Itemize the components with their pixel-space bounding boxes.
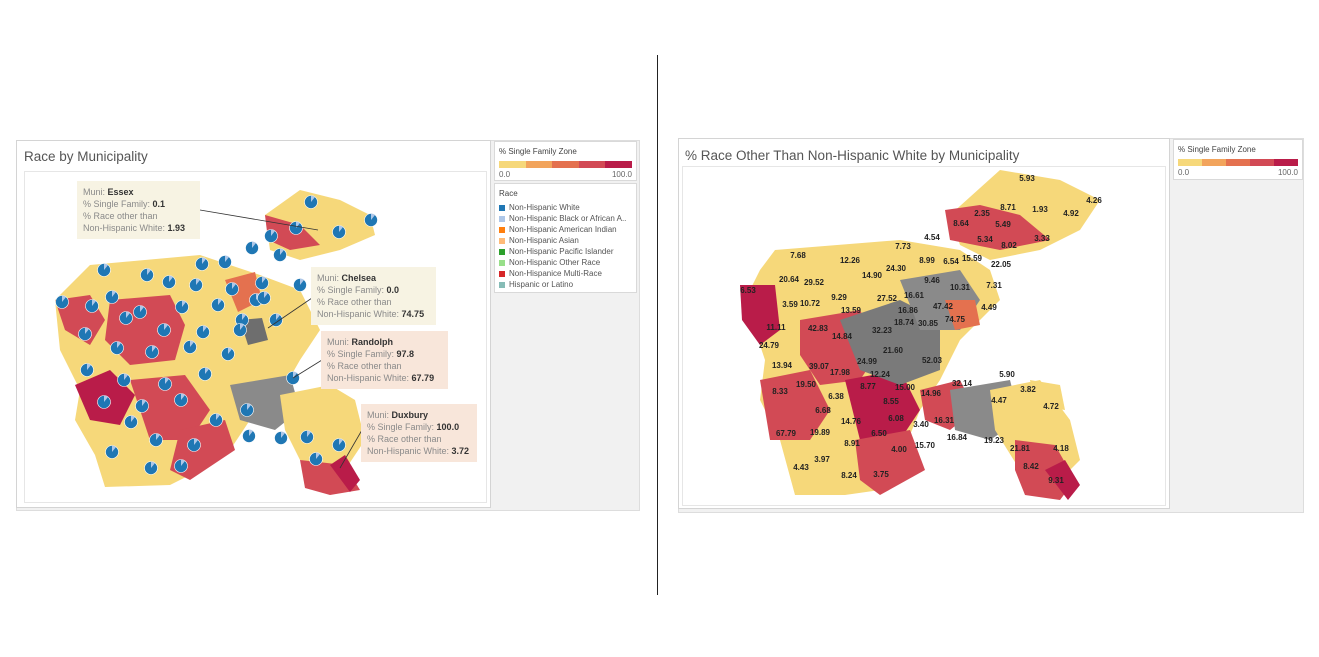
municipality-value-label: 7.31 bbox=[986, 281, 1002, 290]
municipality-value-label: 6.38 bbox=[828, 392, 844, 401]
right-sf-legend: % Single Family Zone 0.0 100.0 bbox=[1173, 139, 1303, 180]
municipality-value-label: 14.96 bbox=[921, 389, 942, 398]
municipality-value-label: 7.68 bbox=[790, 251, 806, 260]
municipality-value-label: 24.99 bbox=[857, 357, 878, 366]
municipality-value-label: 3.82 bbox=[1020, 385, 1036, 394]
municipality-value-label: 3.97 bbox=[814, 455, 830, 464]
municipality-value-label: 16.31 bbox=[934, 416, 955, 425]
right-legend-min: 0.0 bbox=[1178, 168, 1190, 177]
municipality-value-label: 39.07 bbox=[809, 362, 830, 371]
municipality-value-label: 2.35 bbox=[974, 209, 990, 218]
right-map-svg[interactable]: 5.93 4.26 2.35 8.71 1.93 4.92 8.64 5.495.34 3.33… bbox=[0, 0, 1319, 657]
municipality-value-label: 5.49 bbox=[995, 220, 1011, 229]
municipality-value-label: 8.71 bbox=[1000, 203, 1016, 212]
municipality-value-label: 10.31 bbox=[950, 283, 971, 292]
right-color-ramp bbox=[1178, 159, 1298, 166]
municipality-value-label: 18.74 bbox=[894, 318, 915, 327]
municipality-value-label: 4.43 bbox=[793, 463, 809, 472]
municipality-value-label: 4.92 bbox=[1063, 209, 1079, 218]
municipality-value-label: 22.05 bbox=[991, 260, 1012, 269]
municipality-value-label: 19.89 bbox=[810, 428, 831, 437]
municipality-value-label: 30.85 bbox=[918, 319, 939, 328]
municipality-value-label: 9.29 bbox=[831, 293, 847, 302]
right-map-shapes bbox=[740, 170, 1100, 500]
municipality-value-label: 15.70 bbox=[915, 441, 936, 450]
municipality-value-label: 16.84 bbox=[947, 433, 968, 442]
municipality-value-label: 5.93 bbox=[1019, 174, 1035, 183]
municipality-value-label: 3.33 bbox=[1034, 234, 1050, 243]
municipality-value-label: 6.50 bbox=[871, 429, 887, 438]
municipality-value-label: 19.23 bbox=[984, 436, 1005, 445]
municipality-value-label: 13.59 bbox=[841, 306, 862, 315]
municipality-value-label: 3.40 bbox=[913, 420, 929, 429]
municipality-value-label: 19.50 bbox=[796, 380, 817, 389]
municipality-value-label: 8.77 bbox=[860, 382, 876, 391]
municipality-value-label: 5.90 bbox=[999, 370, 1015, 379]
municipality-value-label: 16.61 bbox=[904, 291, 925, 300]
municipality-value-label: 67.79 bbox=[776, 429, 797, 438]
municipality-value-label: 8.91 bbox=[844, 439, 860, 448]
municipality-value-label: 21.60 bbox=[883, 346, 904, 355]
municipality-value-label: 12.26 bbox=[840, 256, 861, 265]
municipality-value-label: 1.93 bbox=[1032, 205, 1048, 214]
right-sf-legend-title: % Single Family Zone bbox=[1178, 145, 1256, 154]
municipality-value-label: 8.99 bbox=[919, 256, 935, 265]
municipality-value-label: 4.54 bbox=[924, 233, 940, 242]
municipality-value-label: 24.79 bbox=[759, 341, 780, 350]
municipality-value-label: 29.52 bbox=[804, 278, 825, 287]
municipality-value-label: 14.84 bbox=[832, 332, 853, 341]
municipality-value-label: 32.14 bbox=[952, 379, 973, 388]
municipality-value-label: 24.30 bbox=[886, 264, 907, 273]
municipality-value-label: 9.31 bbox=[1048, 476, 1064, 485]
municipality-value-label: 11.11 bbox=[766, 323, 786, 332]
municipality-value-label: 4.00 bbox=[891, 445, 907, 454]
municipality-value-label: 32.23 bbox=[872, 326, 893, 335]
municipality-value-label: 17.98 bbox=[830, 368, 851, 377]
municipality-value-label: 52.03 bbox=[922, 356, 943, 365]
municipality-value-label: 13.94 bbox=[772, 361, 793, 370]
municipality-value-label: 8.42 bbox=[1023, 462, 1039, 471]
municipality-value-label: 15.00 bbox=[895, 383, 916, 392]
municipality-value-label: 27.52 bbox=[877, 294, 898, 303]
municipality-value-label: 14.90 bbox=[862, 271, 883, 280]
municipality-value-label: 8.02 bbox=[1001, 241, 1017, 250]
municipality-value-label: 8.64 bbox=[953, 219, 969, 228]
municipality-value-label: 8.24 bbox=[841, 471, 857, 480]
municipality-value-label: 15.59 bbox=[962, 254, 983, 263]
municipality-value-label: 3.75 bbox=[873, 470, 889, 479]
municipality-value-label: 12.24 bbox=[870, 370, 891, 379]
municipality-value-label: 74.75 bbox=[945, 315, 966, 324]
municipality-value-label: 16.86 bbox=[898, 306, 919, 315]
municipality-value-label: 6.68 bbox=[815, 406, 831, 415]
municipality-value-label: 3.59 bbox=[782, 300, 798, 309]
municipality-value-label: 20.64 bbox=[779, 275, 800, 284]
municipality-value-label: 4.72 bbox=[1043, 402, 1059, 411]
municipality-value-label: 5.34 bbox=[977, 235, 993, 244]
municipality-value-label: 4.18 bbox=[1053, 444, 1069, 453]
municipality-value-label: 6.53 bbox=[740, 286, 756, 295]
right-legend-max: 100.0 bbox=[1277, 168, 1298, 177]
municipality-value-label: 42.83 bbox=[808, 324, 829, 333]
municipality-value-label: 8.55 bbox=[883, 397, 899, 406]
municipality-value-label: 7.73 bbox=[895, 242, 911, 251]
municipality-value-label: 9.46 bbox=[924, 276, 940, 285]
municipality-value-label: 8.33 bbox=[772, 387, 788, 396]
municipality-value-label: 6.54 bbox=[943, 257, 959, 266]
municipality-value-label: 4.49 bbox=[981, 303, 997, 312]
municipality-value-label: 4.47 bbox=[991, 396, 1007, 405]
municipality-value-label: 21.81 bbox=[1010, 444, 1031, 453]
municipality-value-label: 4.26 bbox=[1086, 196, 1102, 205]
municipality-value-label: 10.72 bbox=[800, 299, 821, 308]
municipality-value-label: 6.08 bbox=[888, 414, 904, 423]
municipality-value-label: 47.42 bbox=[933, 302, 954, 311]
municipality-value-label: 14.76 bbox=[841, 417, 862, 426]
